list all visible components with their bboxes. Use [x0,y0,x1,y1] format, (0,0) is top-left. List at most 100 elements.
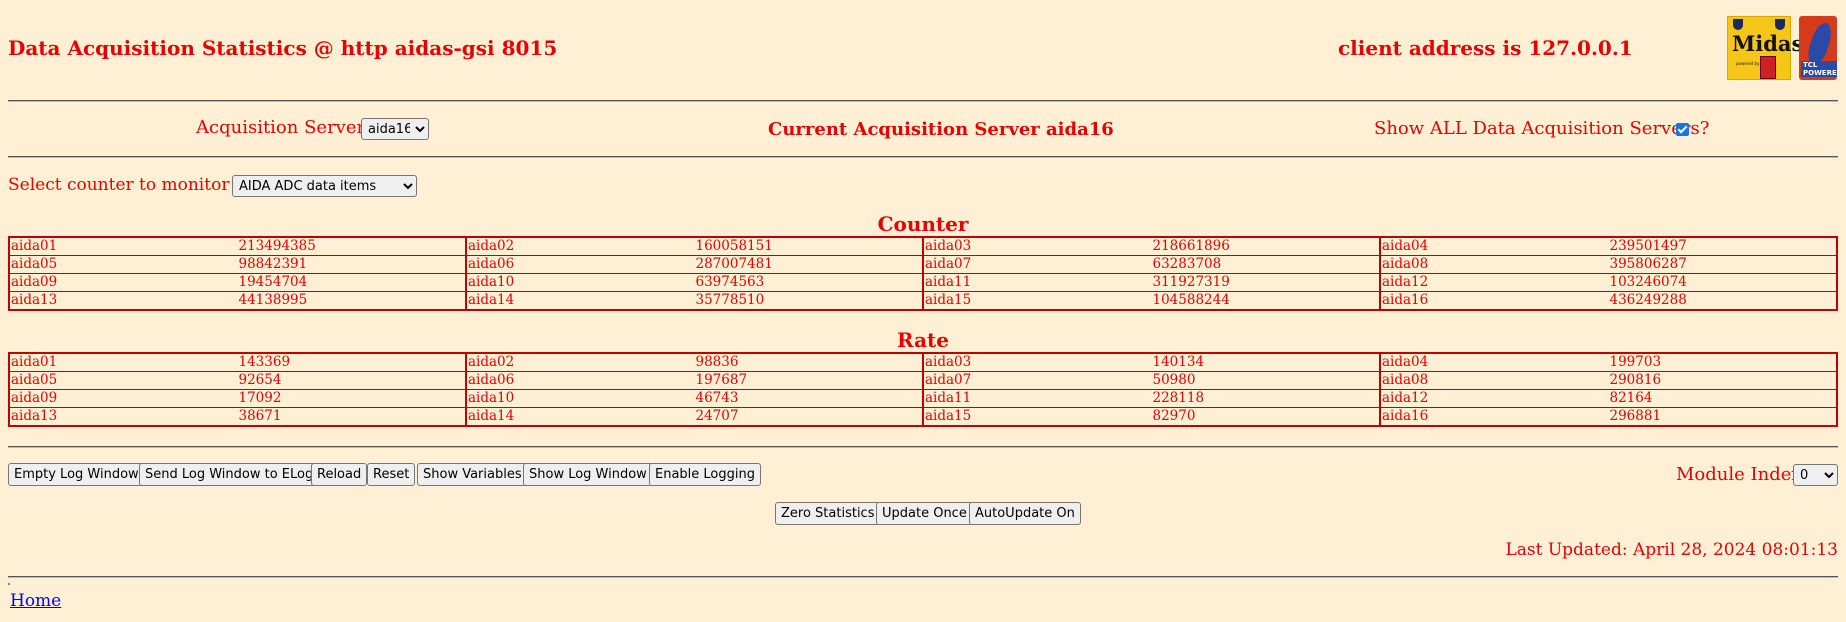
counter-table: aida01 213494385 aida02 160058151 aida03 2186… [8,236,1838,311]
page: Data Acquisition Statistics @ http aidas… [0,0,1846,622]
counter-cell-name: aida05 [8,255,238,274]
divider [8,100,1838,102]
rate-cell-value: 290816 [1608,371,1838,390]
counter-cell-value: 104588244 [1151,291,1381,311]
counter-cell-value: 160058151 [694,236,924,256]
send-log-to-elog-button[interactable]: Send Log Window to ELog [139,463,320,486]
rate-cell-value: 82164 [1608,389,1838,408]
divider [8,446,1838,448]
counter-cell-value: 98842391 [237,255,467,274]
rate-table: aida01 143369 aida02 98836 aida03 140134 aida0… [8,352,1838,427]
rate-cell-value: 50980 [1151,371,1381,390]
rate-cell-value: 82970 [1151,407,1381,427]
table-row: aida05 92654 aida06 197687 aida07 50980 aida08… [8,371,1838,390]
midas-logo: Midas powered by [1727,16,1803,80]
feather-icon [1804,20,1836,66]
home-link[interactable]: Home [10,591,61,611]
rate-cell-name: aida03 [922,352,1152,372]
counter-cell-name: aida06 [465,255,695,274]
rate-cell-name: aida04 [1379,352,1609,372]
counter-cell-name: aida03 [922,236,1152,256]
counter-cell-name: aida10 [465,273,695,292]
rate-cell-value: 92654 [237,371,467,390]
counter-cell-value: 218661896 [1151,236,1381,256]
empty-log-window-button[interactable]: Empty Log Window [8,463,145,486]
counter-cell-name: aida15 [922,291,1152,311]
reload-button[interactable]: Reload [311,463,368,486]
counter-cell-name: aida04 [1379,236,1609,256]
counter-cell-value: 239501497 [1608,236,1838,256]
counter-cell-name: aida12 [1379,273,1609,292]
counter-cell-name: aida14 [465,291,695,311]
rate-cell-value: 199703 [1608,352,1838,372]
counter-cell-value: 311927319 [1151,273,1381,292]
rate-cell-value: 98836 [694,352,924,372]
midas-logo-text: Midas [1732,31,1804,56]
counter-cell-value: 63974563 [694,273,924,292]
rate-cell-name: aida16 [1379,407,1609,427]
divider [8,576,1838,578]
zero-statistics-button[interactable]: Zero Statistics [775,502,881,525]
acquisition-server-select[interactable]: aida16 [361,118,429,140]
rate-cell-name: aida05 [8,371,238,390]
counter-cell-value: 436249288 [1608,291,1838,311]
rate-cell-name: aida15 [922,407,1152,427]
rate-cell-name: aida10 [465,389,695,408]
last-updated: Last Updated: April 28, 2024 08:01:13 [1505,540,1838,560]
rate-cell-name: aida14 [465,407,695,427]
counter-title: Counter [877,212,969,236]
enable-logging-button[interactable]: Enable Logging [649,463,761,486]
table-row: aida13 44138995 aida14 35778510 aida15 104588… [8,291,1838,311]
module-index-select[interactable]: 0 [1793,464,1838,486]
rate-cell-name: aida01 [8,352,238,372]
update-once-button[interactable]: Update Once [876,502,973,525]
rate-cell-value: 17092 [237,389,467,408]
rate-cell-name: aida09 [8,389,238,408]
table-row: aida13 38671 aida14 24707 aida15 82970 aida16 2… [8,407,1838,427]
rate-cell-name: aida07 [922,371,1152,390]
rate-cell-name: aida08 [1379,371,1609,390]
counter-cell-name: aida07 [922,255,1152,274]
counter-cell-name: aida02 [465,236,695,256]
rate-cell-name: aida11 [922,389,1152,408]
counter-cell-name: aida08 [1379,255,1609,274]
show-all-servers-label: Show ALL Data Acquisition Servers? [1374,118,1710,139]
autoupdate-button[interactable]: AutoUpdate On [969,502,1081,525]
rate-cell-value: 140134 [1151,352,1381,372]
table-row: aida01 213494385 aida02 160058151 aida03 2186… [8,236,1838,256]
counter-cell-value: 395806287 [1608,255,1838,274]
rate-cell-name: aida12 [1379,389,1609,408]
rate-cell-value: 143369 [237,352,467,372]
counter-cell-name: aida01 [8,236,238,256]
show-all-servers-checkbox[interactable] [1676,123,1689,136]
rate-cell-value: 296881 [1608,407,1838,427]
table-row: aida09 17092 aida10 46743 aida11 228118 aida12… [8,389,1838,408]
show-variables-button[interactable]: Show Variables [417,463,528,486]
table-row: aida01 143369 aida02 98836 aida03 140134 aida0… [8,352,1838,372]
counter-cell-value: 35778510 [694,291,924,311]
counter-cell-name: aida13 [8,291,238,311]
table-row: aida09 19454704 aida10 63974563 aida11 311927… [8,273,1838,292]
module-index-label: Module Index [1676,464,1802,485]
counter-cell-value: 19454704 [237,273,467,292]
rate-cell-value: 46743 [694,389,924,408]
reset-button[interactable]: Reset [367,463,416,486]
rate-cell-value: 197687 [694,371,924,390]
tcl-logo: TCL POWERED [1799,16,1837,80]
marker-dot [8,583,10,585]
acquisition-servers-label: Acquisition Servers [196,117,375,138]
divider [8,156,1838,158]
counter-cell-value: 213494385 [237,236,467,256]
counter-cell-name: aida11 [922,273,1152,292]
select-counter-label: Select counter to monitor [8,175,230,195]
table-row: aida05 98842391 aida06 287007481 aida07 63283… [8,255,1838,274]
current-acquisition-server: Current Acquisition Server aida16 [768,119,1114,140]
counter-cell-value: 103246074 [1608,273,1838,292]
counter-cell-value: 44138995 [237,291,467,311]
rate-cell-value: 24707 [694,407,924,427]
rate-cell-name: aida06 [465,371,695,390]
show-log-window-button[interactable]: Show Log Window [523,463,653,486]
counter-select[interactable]: AIDA ADC data items [232,175,417,197]
client-address: client address is 127.0.0.1 [1338,36,1633,60]
rate-title: Rate [896,328,949,352]
